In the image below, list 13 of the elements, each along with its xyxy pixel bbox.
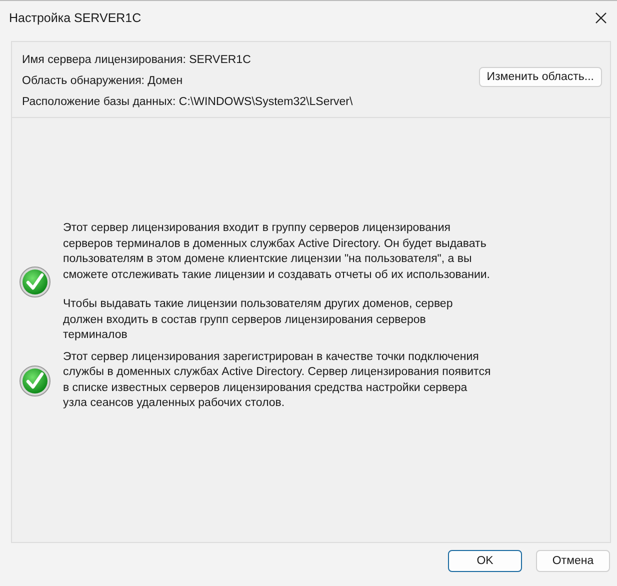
check-icon	[19, 364, 51, 396]
ok-button[interactable]: OK	[448, 550, 522, 572]
message-text: Этот сервер лицензирования зарегистрирован в качестве точки подключения службы в доменных службах Active Directory. Сервер лицензирования появится в списке известных серверов лицензирования средства настройки сервера узла сеансов удаленных рабочих столов.	[63, 350, 492, 411]
change-scope-button[interactable]: Изменить область...	[478, 67, 602, 87]
window-title: Настройка SERVER1C	[9, 11, 142, 25]
info-text: Имя сервера лицензирования: SERVER1C	[22, 53, 252, 67]
check-icon	[19, 266, 51, 298]
info-text: Расположение базы данных: C:\WINDOWS\System32\LServer\	[22, 95, 353, 109]
cancel-button[interactable]: Отмена	[536, 550, 610, 572]
message-text: Чтобы выдавать такие лицензии пользователям других доменов, сервер должен входить в состав групп серверов лицензирования серверов терминалов	[63, 297, 454, 343]
message-text: Этот сервер лицензирования входит в группу серверов лицензирования серверов терминалов в доменных службах Active Directory. Он будет выдавать пользователям в этом домене клиентские лицензии "на пользователя", а вы сможете отслеживать такие лицензии и создавать отчеты об их использовании.	[63, 221, 492, 282]
info-text: Область обнаружения: Домен	[22, 74, 184, 88]
close-icon[interactable]	[595, 12, 607, 24]
